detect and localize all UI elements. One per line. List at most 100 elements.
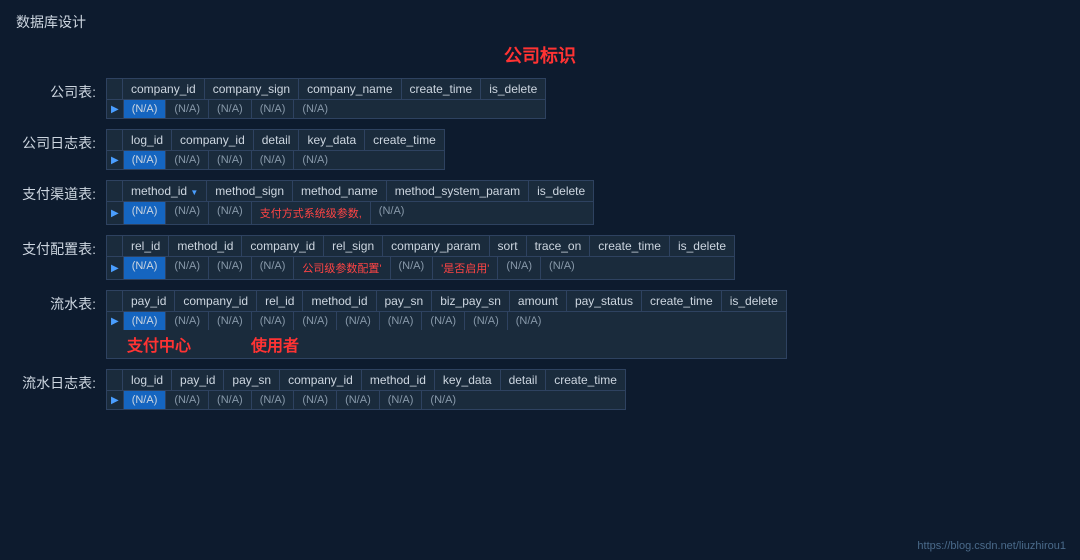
cell-0-3: (N/A) [252, 100, 295, 118]
cell-0-2: (N/A) [209, 100, 252, 118]
db-row-1: 公司日志表:log_idcompany_iddetailkey_datacrea… [16, 129, 1064, 170]
cell-3-2: (N/A) [209, 257, 252, 279]
col-header-2-3: method_system_param [387, 181, 529, 201]
col-header-4-2: rel_id [257, 291, 303, 311]
col-header-3-6: trace_on [527, 236, 591, 256]
cell-4-0: (N/A) [124, 312, 167, 330]
col-header-5-0: log_id [123, 370, 172, 390]
row-arrow-0: ▶ [107, 100, 124, 118]
col-header-0-4: is_delete [481, 79, 545, 99]
col-header-3-3: rel_sign [324, 236, 383, 256]
cell-4-8: (N/A) [465, 312, 508, 330]
table-wrapper-5: log_idpay_idpay_sncompany_idmethod_idkey… [106, 369, 626, 410]
db-row-4: 流水表:pay_idcompany_idrel_idmethod_idpay_s… [16, 290, 1064, 359]
table-label-1: 公司日志表: [16, 129, 106, 153]
table-wrapper-2: method_id ▼method_signmethod_namemethod_… [106, 180, 594, 225]
col-header-5-2: pay_sn [224, 370, 280, 390]
col-header-0-1: company_sign [205, 79, 299, 99]
col-header-2-0: method_id ▼ [123, 181, 207, 201]
table-wrapper-4: pay_idcompany_idrel_idmethod_idpay_snbiz… [106, 290, 787, 359]
col-header-3-1: method_id [169, 236, 242, 256]
table-wrapper-3: rel_idmethod_idcompany_idrel_signcompany… [106, 235, 735, 280]
col-header-1-0: log_id [123, 130, 172, 150]
cell-2-0: (N/A) [124, 202, 167, 224]
col-header-4-6: amount [510, 291, 567, 311]
table-label-4: 流水表: [16, 290, 106, 314]
cell-4-9: (N/A) [508, 312, 550, 330]
cell-4-6: (N/A) [380, 312, 423, 330]
cell-1-2: (N/A) [209, 151, 252, 169]
table-label-2: 支付渠道表: [16, 180, 106, 204]
cell-5-0: (N/A) [124, 391, 167, 409]
cell-3-3: (N/A) [252, 257, 295, 279]
row-arrow-2: ▶ [107, 202, 124, 224]
cell-4-4: (N/A) [294, 312, 337, 330]
col-header-1-3: key_data [299, 130, 365, 150]
watermark: https://blog.csdn.net/liuzhirou1 [917, 540, 1066, 552]
col-header-5-6: detail [501, 370, 547, 390]
cell-3-1: (N/A) [166, 257, 209, 279]
db-row-3: 支付配置表:rel_idmethod_idcompany_idrel_signc… [16, 235, 1064, 280]
col-header-5-5: key_data [435, 370, 501, 390]
col-header-4-0: pay_id [123, 291, 175, 311]
cell-4-3: (N/A) [252, 312, 295, 330]
col-header-1-4: create_time [365, 130, 444, 150]
cell-4-2: (N/A) [209, 312, 252, 330]
cell-3-8: (N/A) [541, 257, 583, 279]
col-header-3-8: is_delete [670, 236, 734, 256]
center-label-4-1: 使用者 [251, 332, 299, 356]
row-arrow-4: ▶ [107, 312, 124, 330]
col-header-4-5: biz_pay_sn [432, 291, 510, 311]
cell-5-4: (N/A) [294, 391, 337, 409]
col-header-3-4: company_param [383, 236, 489, 256]
table-wrapper-1: log_idcompany_iddetailkey_datacreate_tim… [106, 129, 445, 170]
col-header-4-3: method_id [303, 291, 376, 311]
col-header-4-7: pay_status [567, 291, 642, 311]
cell-2-2: (N/A) [209, 202, 252, 224]
col-header-0-3: create_time [402, 79, 482, 99]
cell-5-6: (N/A) [380, 391, 423, 409]
cell-3-6: '是否启用' [433, 257, 498, 279]
cell-1-3: (N/A) [252, 151, 295, 169]
col-header-3-2: company_id [242, 236, 324, 256]
cell-5-1: (N/A) [166, 391, 209, 409]
cell-3-7: (N/A) [498, 257, 541, 279]
col-header-1-1: company_id [172, 130, 254, 150]
col-header-3-0: rel_id [123, 236, 169, 256]
col-header-5-3: company_id [280, 370, 362, 390]
cell-1-0: (N/A) [124, 151, 167, 169]
row-arrow-5: ▶ [107, 391, 124, 409]
cell-5-2: (N/A) [209, 391, 252, 409]
table-label-0: 公司表: [16, 78, 106, 102]
cell-0-4: (N/A) [294, 100, 336, 118]
cell-0-1: (N/A) [166, 100, 209, 118]
cell-2-4: (N/A) [371, 202, 413, 224]
db-row-2: 支付渠道表:method_id ▼method_signmethod_namem… [16, 180, 1064, 225]
col-header-4-4: pay_sn [377, 291, 433, 311]
col-header-3-7: create_time [590, 236, 670, 256]
db-row-0: 公司表:company_idcompany_signcompany_namecr… [16, 78, 1064, 119]
col-header-0-0: company_id [123, 79, 205, 99]
cell-3-5: (N/A) [391, 257, 434, 279]
col-header-2-1: method_sign [207, 181, 293, 201]
row-arrow-3: ▶ [107, 257, 124, 279]
table-wrapper-0: company_idcompany_signcompany_namecreate… [106, 78, 546, 119]
cell-1-1: (N/A) [166, 151, 209, 169]
cell-5-7: (N/A) [422, 391, 464, 409]
cell-2-3: 支付方式系统级参数, [252, 202, 371, 224]
col-header-2-4: is_delete [529, 181, 593, 201]
col-header-2-2: method_name [293, 181, 387, 201]
center-label-4-0: 支付中心 [127, 332, 191, 356]
col-header-4-9: is_delete [722, 291, 786, 311]
cell-0-0: (N/A) [124, 100, 167, 118]
col-header-4-1: company_id [175, 291, 257, 311]
cell-3-0: (N/A) [124, 257, 167, 279]
cell-5-3: (N/A) [252, 391, 295, 409]
col-header-0-2: company_name [299, 79, 401, 99]
col-header-3-5: sort [490, 236, 527, 256]
page-title: 数据库设计 [16, 12, 1064, 32]
cell-2-1: (N/A) [166, 202, 209, 224]
db-row-5: 流水日志表:log_idpay_idpay_sncompany_idmethod… [16, 369, 1064, 410]
col-header-5-4: method_id [362, 370, 435, 390]
col-header-4-8: create_time [642, 291, 722, 311]
